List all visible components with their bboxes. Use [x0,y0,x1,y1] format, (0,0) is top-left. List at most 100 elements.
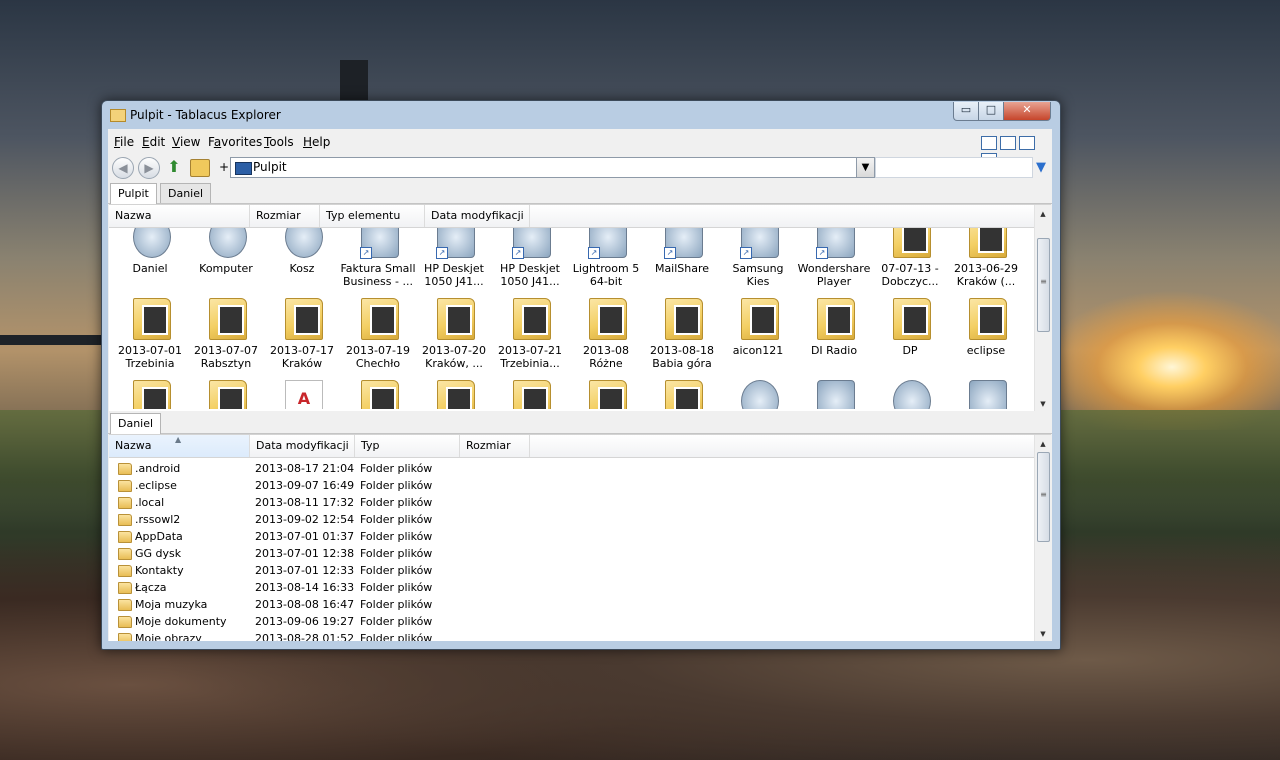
col-rozmiar-bottom[interactable]: Rozmiar [460,435,530,457]
title-bar[interactable]: Pulpit - Tablacus Explorer ▭ □ ✕ [102,101,1060,129]
table-row[interactable]: Moja muzyka 2013-08-08 16:47 Folder plików [109,596,1035,613]
cell-date: 2013-07-01 01:37 [255,530,355,543]
menu-help[interactable]: Help [303,135,330,149]
desktop-item[interactable]: 2013-07-19 Chechło [340,290,416,372]
bottom-scrollbar[interactable]: ▲ ≡ ▼ [1034,435,1051,641]
table-row[interactable]: Moje dokumenty 2013-09-06 19:27 Folder pli… [109,613,1035,630]
desktop-item[interactable]: 2013-07-17 Kraków [264,290,340,372]
table-row[interactable]: AppData 2013-07-01 01:37 Folder plików [109,528,1035,545]
minimize-button[interactable]: ▭ [953,102,979,121]
cell-date: 2013-07-01 12:33 [255,564,355,577]
shortcut-arrow-icon: ↗ [360,247,372,259]
scroll-down-icon[interactable]: ▼ [1035,627,1051,641]
desktop-item[interactable] [188,372,264,409]
desktop-item[interactable] [112,372,188,409]
table-row[interactable]: .rssowl2 2013-09-02 12:54 Folder plików [109,511,1035,528]
tab-daniel-bottom[interactable]: Daniel [110,413,162,434]
chevron-down-icon[interactable]: ▼ [856,158,874,177]
desktop-item[interactable]: Daniel [112,228,188,290]
scroll-thumb[interactable]: ≡ [1037,238,1050,332]
scroll-thumb[interactable]: ≡ [1037,452,1050,542]
cell-type: Folder plików [360,496,433,509]
col-nazwa-bottom[interactable]: ▲ Nazwa [109,435,250,457]
desktop-item[interactable] [492,372,568,409]
desktop-item[interactable]: ↗ Faktura Small Business - ... [340,228,416,290]
desktop-item[interactable] [644,372,720,409]
col-rozmiar[interactable]: Rozmiar [250,205,320,227]
col-data-modyfikacji-bottom[interactable]: Data modyfikacji [250,435,355,457]
desktop-item[interactable]: 2013-07-01 Trzebinia [112,290,188,372]
folder-icon [118,616,132,628]
desktop-item[interactable]: ↗ Samsung Kies [720,228,796,290]
desktop-item[interactable]: ↗ Wondershare Player [796,228,872,290]
desktop-item[interactable]: ↗ [796,372,872,409]
cell-type: Folder plików [360,581,433,594]
top-scrollbar[interactable]: ▲ ≡ ▼ [1034,205,1051,411]
layout-hsplit-icon[interactable] [1000,136,1016,150]
scroll-up-icon[interactable]: ▲ [1035,207,1051,221]
table-row[interactable]: Moje obrazy 2013-08-28 01:52 Folder plików [109,630,1035,641]
desktop-item[interactable]: 07-07-13 - Dobczyc... [872,228,948,290]
scroll-up-icon[interactable]: ▲ [1035,437,1051,451]
desktop-item[interactable]: 2013-08-18 Babia góra [644,290,720,372]
layout-vsplit-icon[interactable] [1019,136,1035,150]
desktop-item[interactable]: 2013-07-21 Trzebinia... [492,290,568,372]
menu-tools[interactable]: Tools [264,135,294,149]
menu-file[interactable]: File [114,135,134,149]
desktop-item[interactable]: 2013-07-20 Kraków, ... [416,290,492,372]
desktop-item[interactable]: ↗ HP Deskjet 1050 J41... [416,228,492,290]
menu-favorites[interactable]: Favorites [208,135,262,149]
filter-icon[interactable]: ▼ [1036,160,1046,175]
table-row[interactable]: .android 2013-08-17 21:04 Folder plików [109,460,1035,477]
table-row[interactable]: .local 2013-08-11 17:32 Folder plików [109,494,1035,511]
up-arrow-icon[interactable]: ⬆ [164,157,184,177]
tab-pulpit[interactable]: Pulpit [110,183,157,204]
desktop-item[interactable]: eclipse [948,290,1024,372]
desktop-item[interactable]: ↗ Lightroom 5 64-bit [568,228,644,290]
table-row[interactable]: Kontakty 2013-07-01 12:33 Folder plików [109,562,1035,579]
desktop-item[interactable]: DI Radio [796,290,872,372]
cell-date: 2013-09-07 16:49 [255,479,355,492]
search-input[interactable] [875,157,1033,178]
desktop-item[interactable]: aicon121 [720,290,796,372]
close-button[interactable]: ✕ [1003,102,1051,121]
desktop-item[interactable]: 2013-07-07 Rabsztyn [188,290,264,372]
desktop-item[interactable] [872,372,948,409]
desktop-item[interactable]: DP [872,290,948,372]
desktop-item[interactable]: 2013-08 Różne [568,290,644,372]
maximize-button[interactable]: □ [978,102,1004,121]
folder-icon [741,298,779,340]
col-data-modyfikacji[interactable]: Data modyfikacji [425,205,530,227]
menu-edit[interactable]: Edit [142,135,165,149]
desktop-item[interactable]: 2013-06-29 Kraków (... [948,228,1024,290]
desktop-item[interactable]: Komputer [188,228,264,290]
folders-icon[interactable] [190,159,210,177]
desktop-item[interactable]: ↗ MailShare [644,228,720,290]
table-row[interactable]: GG dysk 2013-07-01 12:38 Folder plików [109,545,1035,562]
col-typ-bottom[interactable]: Typ [355,435,460,457]
menu-view[interactable]: View [172,135,200,149]
desktop-item[interactable]: Kosz [264,228,340,290]
desktop-item-label: 2013-07-07 Rabsztyn [194,344,258,370]
cell-type: Folder plików [360,530,433,543]
tab-daniel[interactable]: Daniel [160,183,212,203]
new-tab-button[interactable]: + [219,160,229,174]
desktop-item[interactable]: ↗ [948,372,1024,409]
address-bar[interactable]: Pulpit ▼ [230,157,875,178]
table-row[interactable]: Łącza 2013-08-14 16:33 Folder plików [109,579,1035,596]
desktop-item[interactable] [568,372,644,409]
desktop-item[interactable] [416,372,492,409]
cell-date: 2013-08-17 21:04 [255,462,355,475]
desktop-item[interactable] [340,372,416,409]
col-typ-elementu[interactable]: Typ elementu [320,205,425,227]
back-arrow-icon[interactable]: ◀ [112,157,134,179]
table-row[interactable]: .eclipse 2013-09-07 16:49 Folder plików [109,477,1035,494]
col-nazwa[interactable]: Nazwa [109,205,250,227]
scroll-down-icon[interactable]: ▼ [1035,397,1051,411]
desktop-item[interactable]: A [264,372,340,409]
forward-arrow-icon[interactable]: ▶ [138,157,160,179]
desktop-item[interactable]: ↗ HP Deskjet 1050 J41... [492,228,568,290]
cell-name: .android [135,462,181,475]
desktop-item[interactable] [720,372,796,409]
layout-single-icon[interactable] [981,136,997,150]
